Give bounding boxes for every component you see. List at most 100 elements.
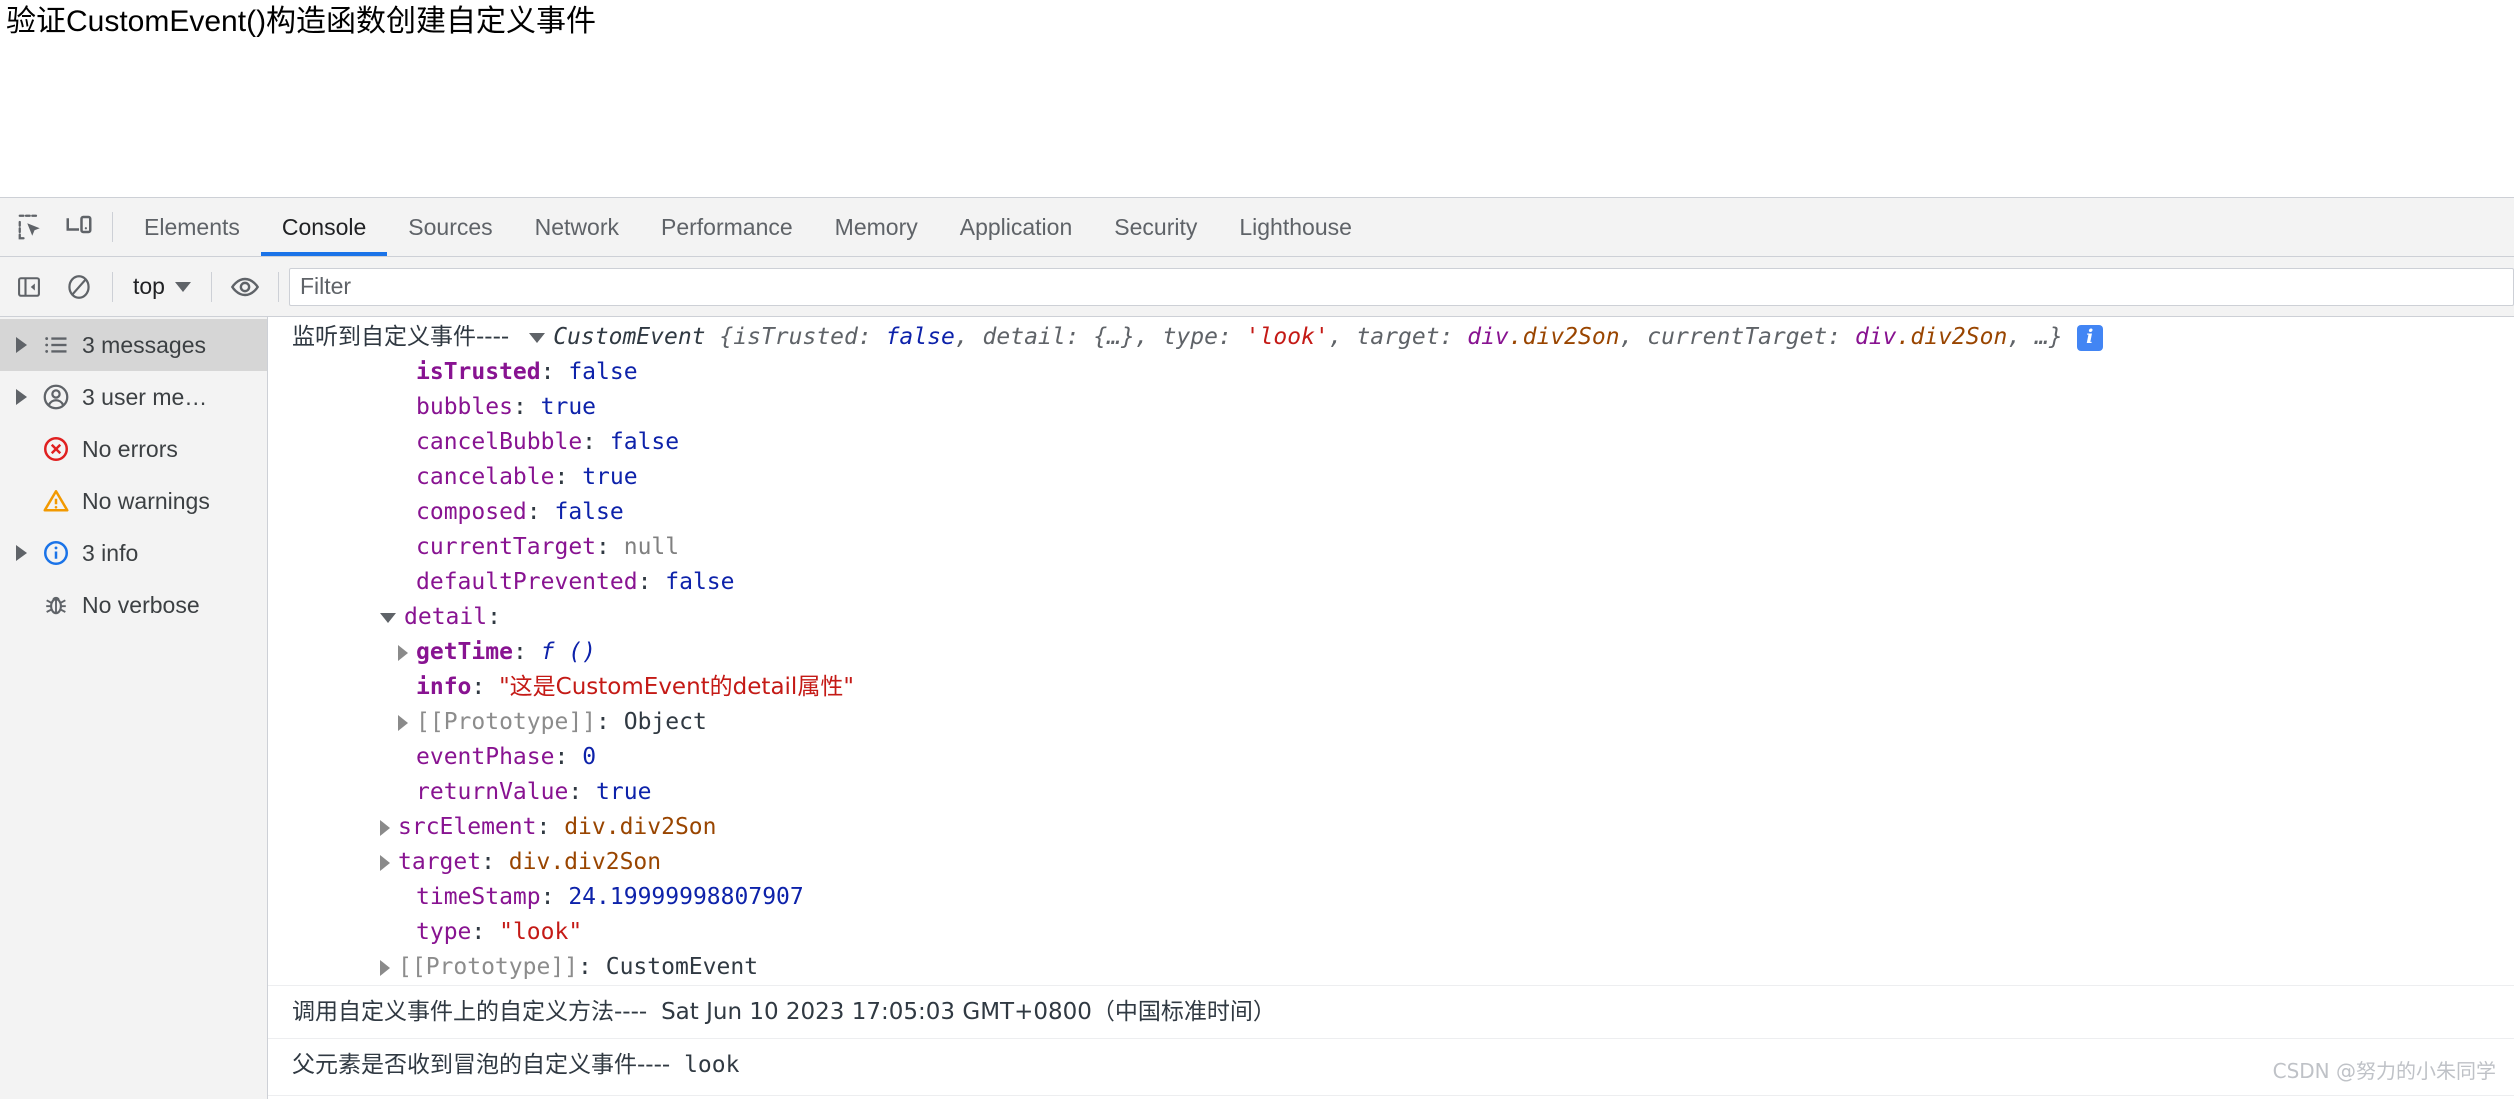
tab-label: Security <box>1114 214 1197 241</box>
chevron-down-icon[interactable] <box>380 613 396 623</box>
sidebar-item-label: No warnings <box>82 488 210 515</box>
property-name: cancelable <box>416 460 554 495</box>
property-value: "这是CustomEvent的detail属性" <box>499 670 854 705</box>
bug-icon <box>34 591 78 619</box>
console-body: 3 messages 3 user me… <box>0 317 2514 1099</box>
object-property-row[interactable]: cancelable: true <box>268 460 2514 495</box>
tab-lighthouse[interactable]: Lighthouse <box>1218 198 1373 256</box>
toolbar-divider <box>112 272 113 302</box>
console-message-bubbled-event[interactable]: 父元素是否收到冒泡的自定义事件---- look <box>268 1039 2514 1096</box>
object-property-row[interactable]: defaultPrevented: false <box>268 565 2514 600</box>
warning-icon <box>34 486 78 516</box>
object-property-row[interactable]: cancelBubble: false <box>268 425 2514 460</box>
sidebar-item-messages[interactable]: 3 messages <box>0 319 267 371</box>
execution-context-selector[interactable]: top <box>123 267 201 307</box>
tab-label: Network <box>535 214 619 241</box>
preview-value-class: .div2Son <box>1509 324 1620 350</box>
property-value: Object <box>624 705 707 740</box>
object-property-row[interactable]: getTime: f () <box>268 635 2514 670</box>
property-name: type <box>416 915 471 950</box>
object-property-row[interactable]: composed: false <box>268 495 2514 530</box>
chevron-right-icon[interactable] <box>8 545 34 561</box>
object-property-row[interactable]: target: div.div2Son <box>268 845 2514 880</box>
chevron-right-icon[interactable] <box>380 820 390 836</box>
preview-sep: , <box>1620 324 1648 350</box>
property-name: cancelBubble <box>416 425 582 460</box>
property-value: null <box>624 530 679 565</box>
chevron-right-icon[interactable] <box>398 715 408 731</box>
sidebar-item-label: 3 info <box>82 540 138 567</box>
property-value: true <box>541 390 596 425</box>
console-toolbar: top <box>0 257 2514 317</box>
tab-label: Lighthouse <box>1239 214 1352 241</box>
devtools-tabbar: Elements Console Sources Network Perform… <box>0 198 2514 257</box>
sidebar-item-warnings[interactable]: No warnings <box>0 475 267 527</box>
page-title: 验证CustomEvent()构造函数创建自定义事件 <box>6 4 596 40</box>
tab-label: Performance <box>661 214 793 241</box>
object-prototype-row[interactable]: [[Prototype]]: CustomEvent <box>268 950 2514 985</box>
preview-key: isTrusted: <box>733 324 885 350</box>
object-property-row[interactable]: currentTarget: null <box>268 530 2514 565</box>
chevron-right-icon[interactable] <box>8 337 34 353</box>
object-property-row[interactable]: returnValue: true <box>268 775 2514 810</box>
console-message-custom-event[interactable]: 监听到自定义事件---- CustomEvent {isTrusted: fal… <box>268 317 2514 986</box>
sidebar-item-errors[interactable]: No errors <box>0 423 267 475</box>
tab-performance[interactable]: Performance <box>640 198 814 256</box>
toolbar-divider <box>278 272 279 302</box>
chevron-down-icon <box>175 282 191 292</box>
console-message-list[interactable]: 监听到自定义事件---- CustomEvent {isTrusted: fal… <box>268 317 2514 1099</box>
tab-label: Elements <box>144 214 240 241</box>
object-property-row[interactable]: timeStamp: 24.19999998807907 <box>268 880 2514 915</box>
device-toolbar-icon[interactable] <box>56 204 102 250</box>
property-value: CustomEvent <box>606 950 758 985</box>
object-property-row[interactable]: bubbles: true <box>268 390 2514 425</box>
console-settings-eye-icon[interactable] <box>222 264 268 310</box>
toolbar-divider <box>211 272 212 302</box>
chevron-right-icon[interactable] <box>8 389 34 405</box>
chevron-down-icon[interactable] <box>529 333 545 343</box>
console-message-custom-method[interactable]: 调用自定义事件上的自定义方法---- Sat Jun 10 2023 17:05… <box>268 986 2514 1039</box>
object-property-row[interactable]: eventPhase: 0 <box>268 740 2514 775</box>
tab-label: Memory <box>835 214 918 241</box>
sidebar-item-user-messages[interactable]: 3 user me… <box>0 371 267 423</box>
object-property-row[interactable]: info: "这是CustomEvent的detail属性" <box>268 670 2514 705</box>
object-property-row[interactable]: isTrusted: false <box>268 355 2514 390</box>
console-message-text: 调用自定义事件上的自定义方法---- Sat Jun 10 2023 17:05… <box>268 986 2514 1038</box>
chevron-right-icon[interactable] <box>380 855 390 871</box>
sidebar-item-verbose[interactable]: No verbose <box>0 579 267 631</box>
preview-key: type: <box>1163 324 1246 350</box>
chevron-right-icon[interactable] <box>398 645 408 661</box>
object-property-row[interactable]: type: "look" <box>268 915 2514 950</box>
tab-console[interactable]: Console <box>261 198 387 256</box>
info-badge[interactable]: i <box>2077 325 2103 351</box>
log-value-text: Sat Jun 10 2023 17:05:03 GMT+0800（中国标准时间… <box>661 986 1276 1038</box>
console-sidebar-toggle-icon[interactable] <box>6 264 52 310</box>
log-prefix-text: 调用自定义事件上的自定义方法---- <box>292 986 647 1038</box>
property-value: div.div2Son <box>564 810 716 845</box>
property-value: div.div2Son <box>509 845 661 880</box>
object-prototype-row[interactable]: [[Prototype]]: Object <box>268 705 2514 740</box>
clear-console-icon[interactable] <box>56 264 102 310</box>
property-name: [[Prototype]] <box>416 705 596 740</box>
property-name: bubbles <box>416 390 513 425</box>
chevron-right-icon[interactable] <box>380 960 390 976</box>
property-name: target <box>398 845 481 880</box>
inspect-element-icon[interactable] <box>8 204 54 250</box>
tab-sources[interactable]: Sources <box>387 198 513 256</box>
tab-security[interactable]: Security <box>1093 198 1218 256</box>
object-property-row-detail[interactable]: detail: <box>268 600 2514 635</box>
sidebar-item-info[interactable]: 3 info <box>0 527 267 579</box>
tab-memory[interactable]: Memory <box>814 198 939 256</box>
console-message-header[interactable]: 监听到自定义事件---- CustomEvent {isTrusted: fal… <box>268 320 2514 355</box>
tab-elements[interactable]: Elements <box>123 198 261 256</box>
property-value: f () <box>541 635 596 670</box>
tab-application[interactable]: Application <box>939 198 1094 256</box>
property-name: [[Prototype]] <box>398 950 578 985</box>
preview-open-brace: { <box>719 324 733 350</box>
tab-network[interactable]: Network <box>514 198 640 256</box>
preview-value: false <box>886 324 955 350</box>
object-property-row[interactable]: srcElement: div.div2Son <box>268 810 2514 845</box>
preview-sep: , <box>1135 324 1163 350</box>
sidebar-item-label: No errors <box>82 436 178 463</box>
filter-input[interactable] <box>289 268 2514 306</box>
